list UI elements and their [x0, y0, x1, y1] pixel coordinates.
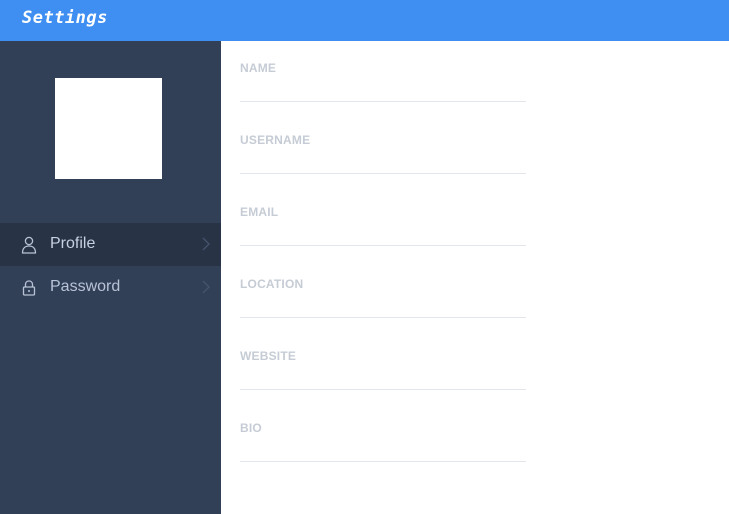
- sidebar-item-label: Password: [50, 278, 121, 295]
- email-field[interactable]: [240, 221, 526, 246]
- chevron-right-icon: [202, 237, 210, 251]
- location-field-group: LOCATION: [240, 263, 526, 321]
- bio-label: BIO: [240, 421, 262, 435]
- page-title: Settings: [22, 8, 108, 28]
- avatar[interactable]: [55, 78, 162, 179]
- chevron-right-icon: [202, 280, 210, 294]
- website-field-group: WEBSITE: [240, 335, 526, 393]
- settings-app: Settings Profile Password NAME USERNAME …: [0, 0, 729, 514]
- header-bar: Settings: [0, 0, 729, 41]
- lock-icon: [22, 280, 36, 296]
- bio-field-group: BIO: [240, 407, 526, 465]
- profile-form: NAME USERNAME EMAIL LOCATION WEBSITE BIO: [221, 41, 729, 514]
- email-field-group: EMAIL: [240, 191, 526, 249]
- username-field[interactable]: [240, 149, 526, 174]
- name-label: NAME: [240, 61, 277, 75]
- bio-field[interactable]: [240, 437, 526, 462]
- name-field[interactable]: [240, 77, 526, 102]
- sidebar: Profile Password: [0, 41, 221, 514]
- user-icon: [21, 236, 37, 254]
- username-label: USERNAME: [240, 133, 311, 147]
- website-label: WEBSITE: [240, 349, 297, 363]
- sidebar-item-profile[interactable]: Profile: [0, 223, 221, 266]
- website-field[interactable]: [240, 365, 526, 390]
- sidebar-nav: Profile Password: [0, 223, 221, 307]
- username-field-group: USERNAME: [240, 119, 526, 177]
- email-label: EMAIL: [240, 205, 279, 219]
- location-field[interactable]: [240, 293, 526, 318]
- sidebar-item-label: Profile: [50, 235, 96, 252]
- name-field-group: NAME: [240, 47, 526, 105]
- sidebar-item-password[interactable]: Password: [0, 266, 221, 307]
- location-label: LOCATION: [240, 277, 304, 291]
